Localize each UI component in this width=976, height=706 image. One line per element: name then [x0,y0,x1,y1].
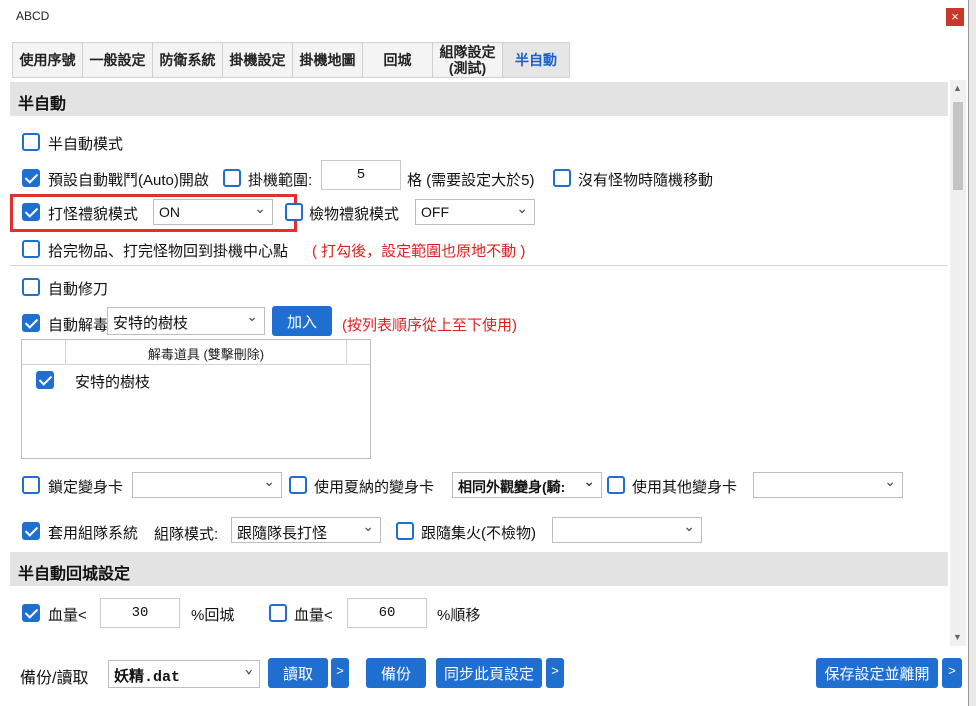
return-center-hint: ( 打勾後，設定範圍也原地不動 ) [312,243,526,260]
afk-range-hint: 格 (需要設定大於5) [407,172,535,189]
window-title: ABCD [16,9,50,23]
read-more-button[interactable]: > [331,658,349,688]
tab-bar: 使用序號 一般設定 防衛系統 掛機設定 掛機地圖 回城 組隊設定 (測試) 半自… [12,42,570,78]
save-exit-button[interactable]: 保存設定並離開 [816,658,938,688]
auto-battle-checkbox[interactable] [22,169,40,187]
lock-card-label: 鎖定變身卡 [48,479,124,496]
sync-more-button[interactable]: > [546,658,564,688]
divider [10,265,948,266]
vertical-scrollbar[interactable]: ▲ ▼ [950,80,966,646]
section-header-semi-auto: 半自動 [10,82,948,116]
auto-detox-checkbox[interactable] [22,314,40,332]
random-move-checkbox[interactable] [553,169,571,187]
hp-move-label: 血量< [294,607,333,624]
close-icon[interactable]: × [946,8,964,26]
return-center-label: 拾完物品、打完怪物回到掛機中心點 [48,243,289,260]
follow-fire-select[interactable] [552,517,702,543]
backup-label: 備份/讀取 [20,670,89,687]
random-move-label: 沒有怪物時隨機移動 [578,172,714,189]
tab-afk-map[interactable]: 掛機地圖 [292,42,362,78]
follow-fire-label: 跟隨集火(不檢物) [421,525,536,542]
other-card-checkbox[interactable] [607,476,625,494]
lock-card-checkbox[interactable] [22,476,40,494]
summer-card-label: 使用夏納的變身卡 [314,479,435,496]
tab-afk-settings[interactable]: 掛機設定 [222,42,292,78]
detox-item-label: 安特的樹枝 [75,374,151,391]
auto-repair-checkbox[interactable] [22,278,40,296]
fight-polite-checkbox[interactable] [22,203,40,221]
section-header-return: 半自動回城設定 [10,552,948,586]
title-bar: ABCD × [0,0,968,34]
list-item[interactable]: 安特的樹枝 [22,366,370,394]
party-system-label: 套用組隊系統 [48,525,139,542]
hp-move-input[interactable]: 60 [347,598,427,628]
party-system-checkbox[interactable] [22,522,40,540]
tab-party[interactable]: 組隊設定 (測試) [432,42,502,78]
party-mode-label: 組隊模式: [154,526,219,543]
pickup-polite-label: 檢物禮貌模式 [309,206,400,223]
auto-detox-label: 自動解毒 [48,317,109,334]
tab-serial[interactable]: 使用序號 [12,42,82,78]
semi-auto-mode-label: 半自動模式 [48,136,124,153]
backup-file-select[interactable]: 妖精.dat [108,660,260,688]
summer-card-checkbox[interactable] [289,476,307,494]
party-mode-select[interactable]: 跟隨隊長打怪 [231,517,381,543]
other-card-label: 使用其他變身卡 [632,479,738,496]
other-card-select[interactable] [753,472,903,498]
auto-repair-label: 自動修刀 [48,281,109,298]
scroll-up-icon[interactable]: ▲ [953,83,962,93]
tab-general[interactable]: 一般設定 [82,42,152,78]
hp-return-suffix: %回城 [191,607,235,624]
save-more-button[interactable]: > [942,658,962,688]
semi-auto-mode-checkbox[interactable] [22,133,40,151]
detox-order-hint: (按列表順序從上至下使用) [342,317,517,334]
sync-page-button[interactable]: 同步此頁設定 [436,658,542,688]
pickup-polite-checkbox[interactable] [285,203,303,221]
tab-defense[interactable]: 防衛系統 [152,42,222,78]
tab-semi-auto[interactable]: 半自動 [502,42,570,78]
summer-card-select[interactable]: 相同外觀變身(騎: [452,472,602,498]
read-button[interactable]: 讀取 [268,658,328,688]
column-divider [346,340,347,364]
pickup-polite-select[interactable]: OFF [415,199,535,225]
detox-list-header-row: 解毒道具 (雙擊刪除) [22,340,370,365]
settings-panel: 半自動 半自動模式 預設自動戰鬥(Auto)開啟 掛機範圍: 5 格 (需要設定… [10,80,948,646]
detox-list-header: 解毒道具 (雙擊刪除) [147,347,265,362]
add-detox-button[interactable]: 加入 [272,306,332,336]
footer-bar: 備份/讀取 妖精.dat 讀取 > 備份 同步此頁設定 > 保存設定並離開 > [0,646,968,706]
auto-battle-label: 預設自動戰鬥(Auto)開啟 [48,172,209,189]
afk-range-label: 掛機範圍: [248,172,313,189]
hp-move-suffix: %順移 [437,607,481,624]
detox-item-checkbox[interactable] [36,371,54,389]
scroll-thumb[interactable] [953,102,963,190]
hp-move-checkbox[interactable] [269,604,287,622]
return-center-checkbox[interactable] [22,240,40,258]
detox-item-list: 解毒道具 (雙擊刪除) 安特的樹枝 [21,339,371,459]
main-window: ABCD × 使用序號 一般設定 防衛系統 掛機設定 掛機地圖 回城 組隊設定 … [0,0,969,706]
afk-range-input[interactable]: 5 [321,160,401,190]
backup-button[interactable]: 備份 [366,658,426,688]
hp-return-checkbox[interactable] [22,604,40,622]
detox-item-select[interactable]: 安特的樹枝 [107,307,265,335]
scroll-down-icon[interactable]: ▼ [953,632,962,642]
hp-return-label: 血量< [48,607,87,624]
hp-return-input[interactable]: 30 [100,598,180,628]
lock-card-select[interactable] [132,472,282,498]
tab-return[interactable]: 回城 [362,42,432,78]
follow-fire-checkbox[interactable] [396,522,414,540]
afk-range-checkbox[interactable] [223,169,241,187]
fight-polite-label: 打怪禮貌模式 [48,206,139,223]
fight-polite-select[interactable]: ON [153,199,273,225]
